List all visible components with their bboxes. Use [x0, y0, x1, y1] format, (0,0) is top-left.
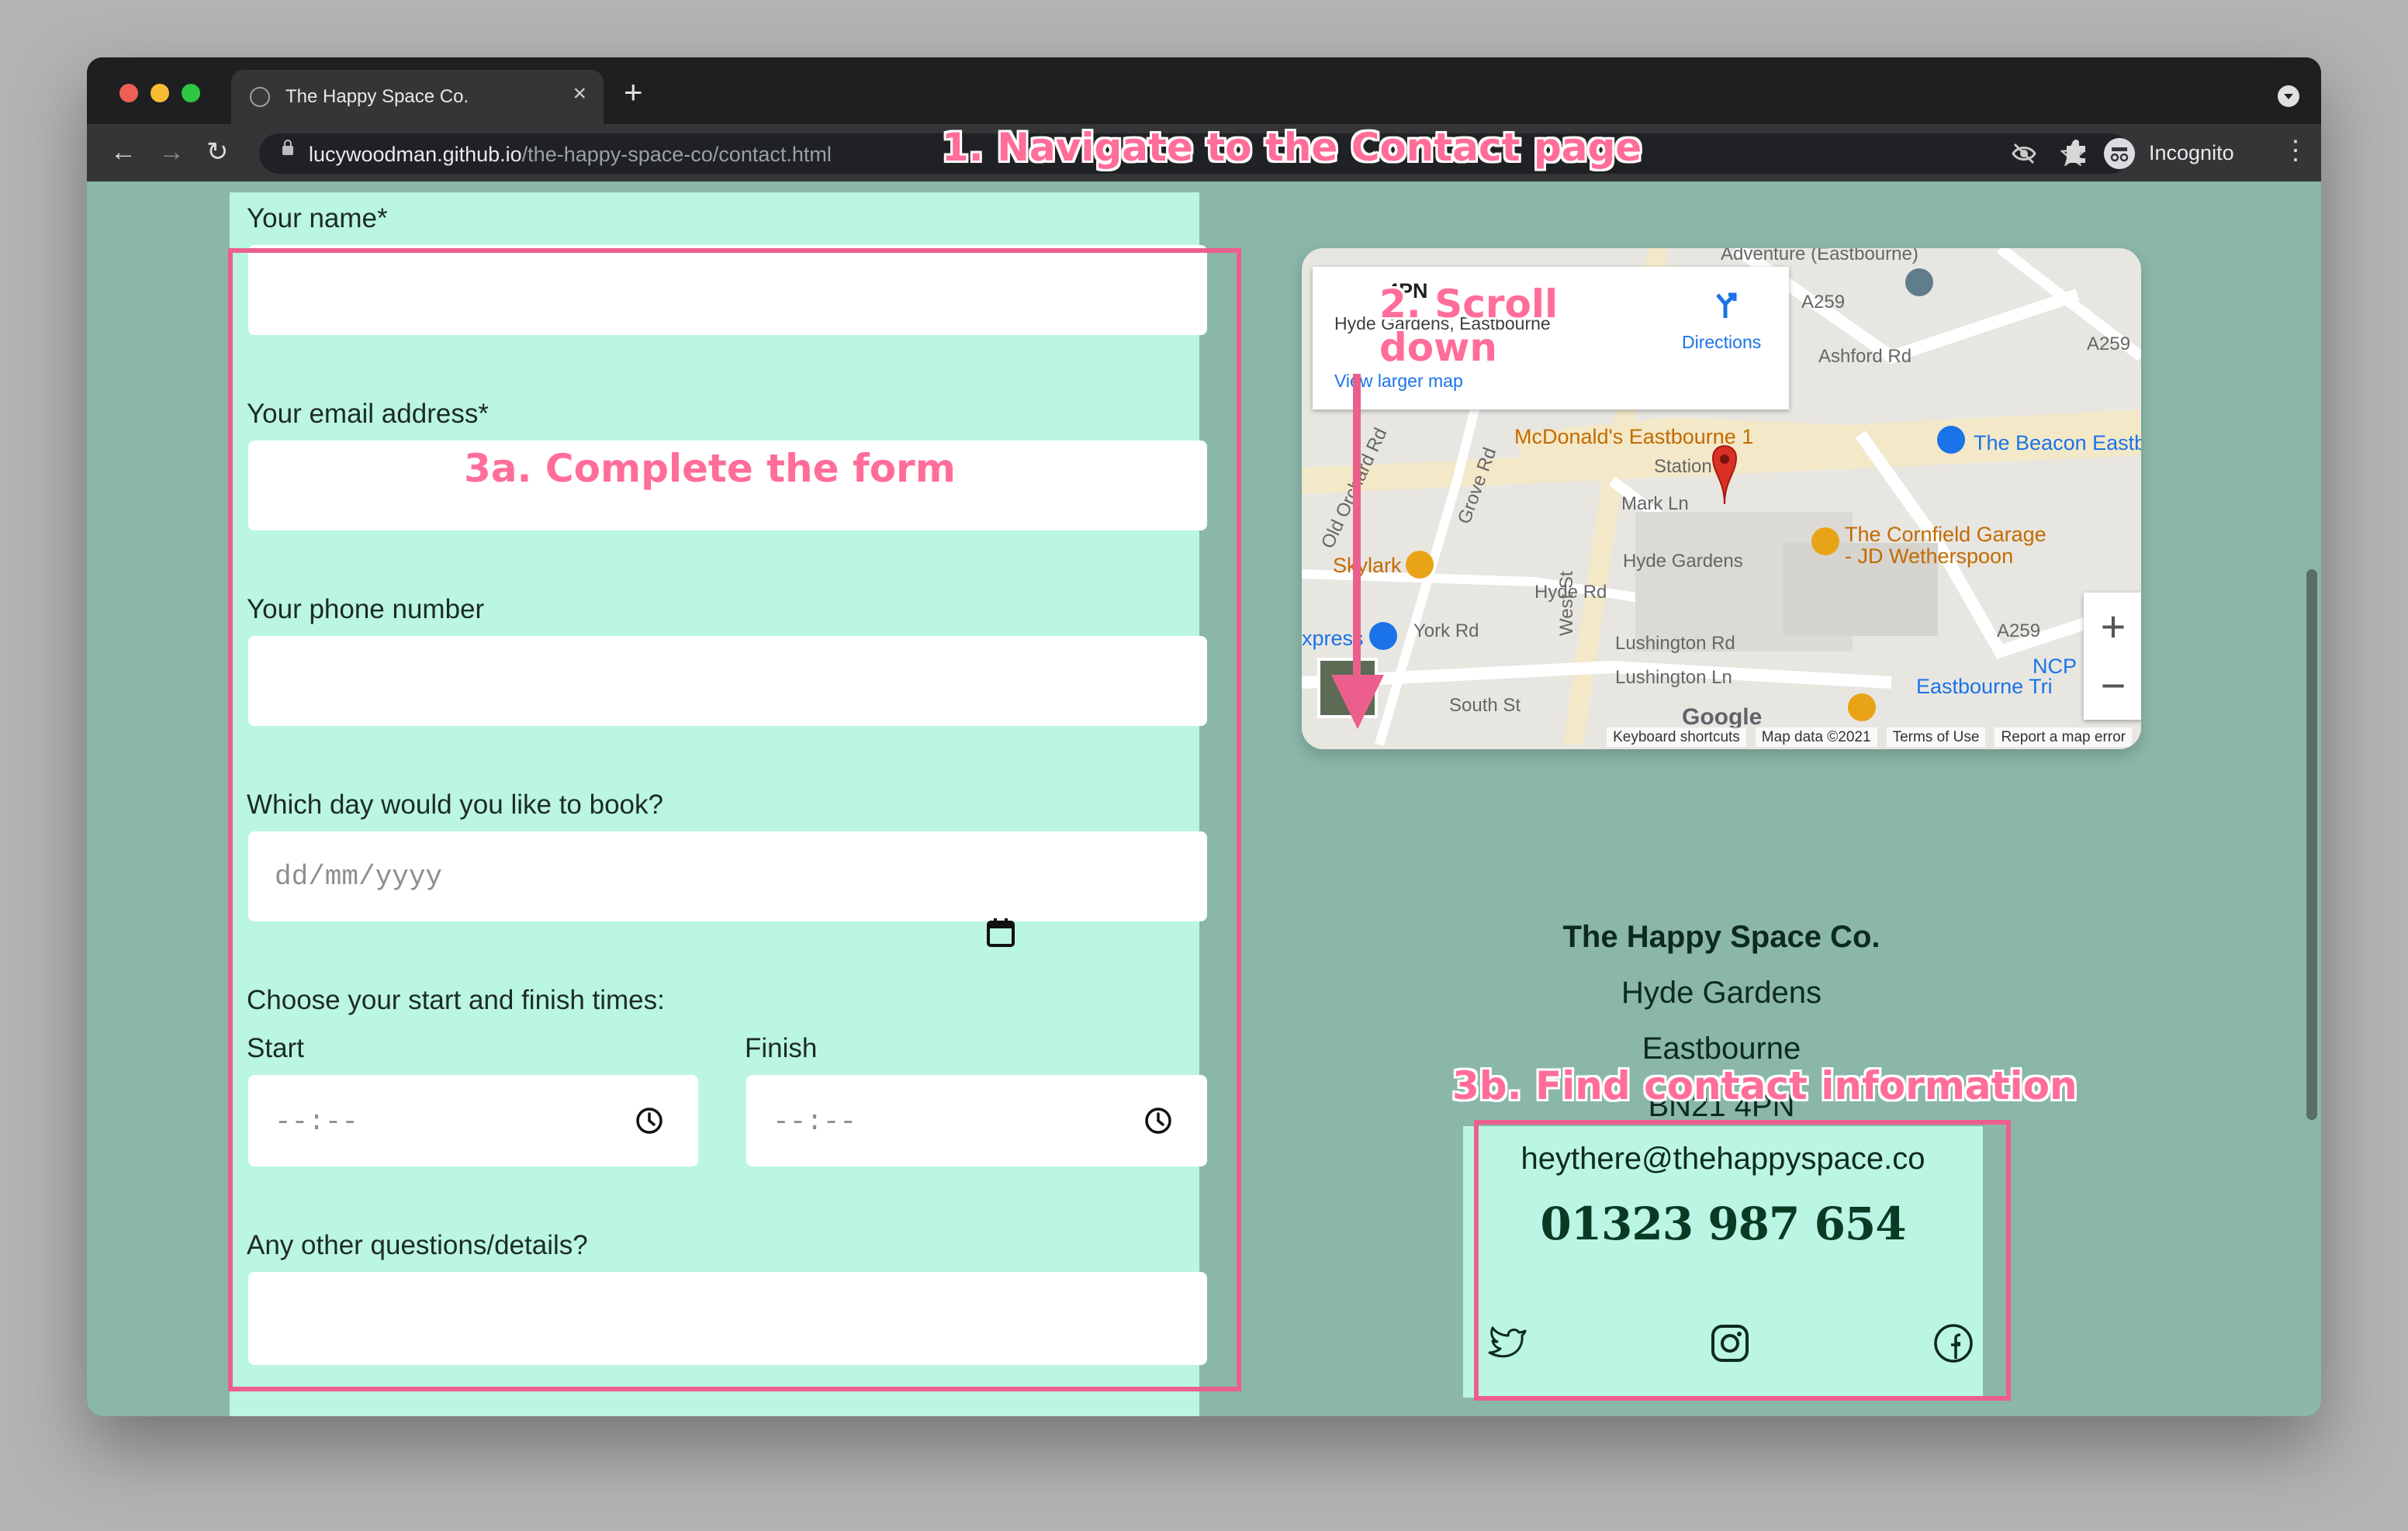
- directions-icon[interactable]: [1710, 289, 1741, 320]
- back-button[interactable]: ←: [110, 135, 137, 169]
- reload-button[interactable]: ↻: [206, 135, 229, 169]
- annotation-contact-outline: [1474, 1120, 2011, 1401]
- tab-close-icon[interactable]: ×: [573, 82, 586, 105]
- annotation-scroll-arrow-head: [1331, 675, 1384, 729]
- maximize-window-button[interactable]: [182, 84, 200, 102]
- url-domain: lucywoodman.github.io: [309, 143, 522, 166]
- url-path: /the-happy-space-co/contact.html: [521, 143, 832, 166]
- map-label-york-rd: York Rd: [1413, 620, 1479, 641]
- map-label-cornfield-2: - JD Wetherspoon: [1845, 544, 2014, 568]
- map-label-a259a: A259: [1801, 292, 1846, 313]
- business-name: The Happy Space Co.: [1562, 920, 1880, 954]
- map-label-beacon: The Beacon Eastb: [1974, 431, 2141, 454]
- browser-window: The Happy Space Co. × + ← → ↻ lucywoodma…: [87, 57, 2321, 1416]
- forward-button[interactable]: →: [158, 135, 185, 169]
- map-label-south-st: South St: [1449, 695, 1521, 716]
- browser-tab[interactable]: The Happy Space Co. ×: [231, 70, 604, 124]
- annotation-step-1: 1. Navigate to the Contact page: [942, 125, 1642, 170]
- google-logo: Google: [1682, 704, 1763, 730]
- map-data-text: Map data ©2021: [1755, 727, 1877, 747]
- annotation-step-3a: 3a. Complete the form: [464, 446, 956, 491]
- eye-off-icon[interactable]: [2011, 141, 2037, 166]
- url-text[interactable]: lucywoodman.github.io/the-happy-space-co…: [309, 143, 832, 167]
- map-label-eastbourne-trin: Eastbourne Tri: [1916, 675, 2053, 698]
- browser-menu-icon[interactable]: ⋮: [2282, 133, 2309, 168]
- map-label-mcdonalds: McDonald's Eastbourne 1: [1514, 425, 1754, 448]
- map-label-west-st: West St: [1556, 571, 1577, 636]
- map-label-adventure: Adventure (Eastbourne): [1721, 248, 1918, 264]
- tab-title: The Happy Space Co.: [285, 86, 469, 107]
- annotation-scroll-arrow-line: [1353, 374, 1361, 678]
- annotation-form-outline: [228, 248, 1241, 1391]
- new-tab-button[interactable]: +: [624, 76, 643, 109]
- name-label: Your name*: [247, 203, 388, 233]
- map-label-cornfield-1: The Cornfield Garage: [1845, 523, 2046, 546]
- business-street: Hyde Gardens: [1621, 976, 1822, 1010]
- page-scrollbar-thumb[interactable]: [2306, 569, 2317, 1120]
- favicon-icon: [250, 87, 270, 107]
- map-label-a259c: A259: [1997, 620, 2041, 641]
- map-label-station: Station: [1654, 456, 1712, 477]
- annotation-step-2-line2: down: [1379, 325, 1497, 370]
- page-viewport: Your name* Your email address* Your phon…: [87, 181, 2321, 1416]
- tab-search-icon[interactable]: [2278, 85, 2299, 107]
- business-town: Eastbourne: [1642, 1032, 1801, 1066]
- close-window-button[interactable]: [119, 84, 138, 102]
- tab-bar: The Happy Space Co. × +: [87, 57, 2321, 124]
- map-label-a259b: A259: [2087, 334, 2131, 354]
- extensions-puzzle-icon[interactable]: [2064, 137, 2090, 164]
- directions-link[interactable]: Directions: [1682, 332, 1761, 353]
- terms-link[interactable]: Terms of Use: [1886, 727, 1986, 747]
- annotation-step-3b: 3b. Find contact information: [1452, 1063, 2078, 1108]
- annotation-step-2-line1: 2. Scroll: [1379, 282, 1559, 327]
- zoom-in-button[interactable]: +: [2084, 603, 2141, 650]
- map-label-skylark: Skylark: [1333, 554, 1402, 577]
- map-label-lushington-ln: Lushington Ln: [1615, 667, 1732, 688]
- map-label-ashford: Ashford Rd: [1818, 346, 1912, 367]
- map-label-lushington-rd: Lushington Rd: [1615, 633, 1735, 654]
- report-error-link[interactable]: Report a map error: [1995, 727, 2132, 747]
- keyboard-shortcuts-link[interactable]: Keyboard shortcuts: [1607, 727, 1746, 747]
- map-attribution: Keyboard shortcuts Map data ©2021 Terms of…: [1302, 727, 2141, 747]
- map-zoom-controls: + −: [2084, 593, 2141, 720]
- incognito-label: Incognito: [2149, 141, 2234, 164]
- minimize-window-button[interactable]: [150, 84, 169, 102]
- incognito-icon: [2104, 138, 2135, 169]
- zoom-out-button[interactable]: −: [2084, 662, 2141, 709]
- map-label-hyde-gardens: Hyde Gardens: [1623, 551, 1743, 572]
- map-label-mark-ln: Mark Ln: [1621, 493, 1689, 514]
- lock-icon: [282, 140, 293, 155]
